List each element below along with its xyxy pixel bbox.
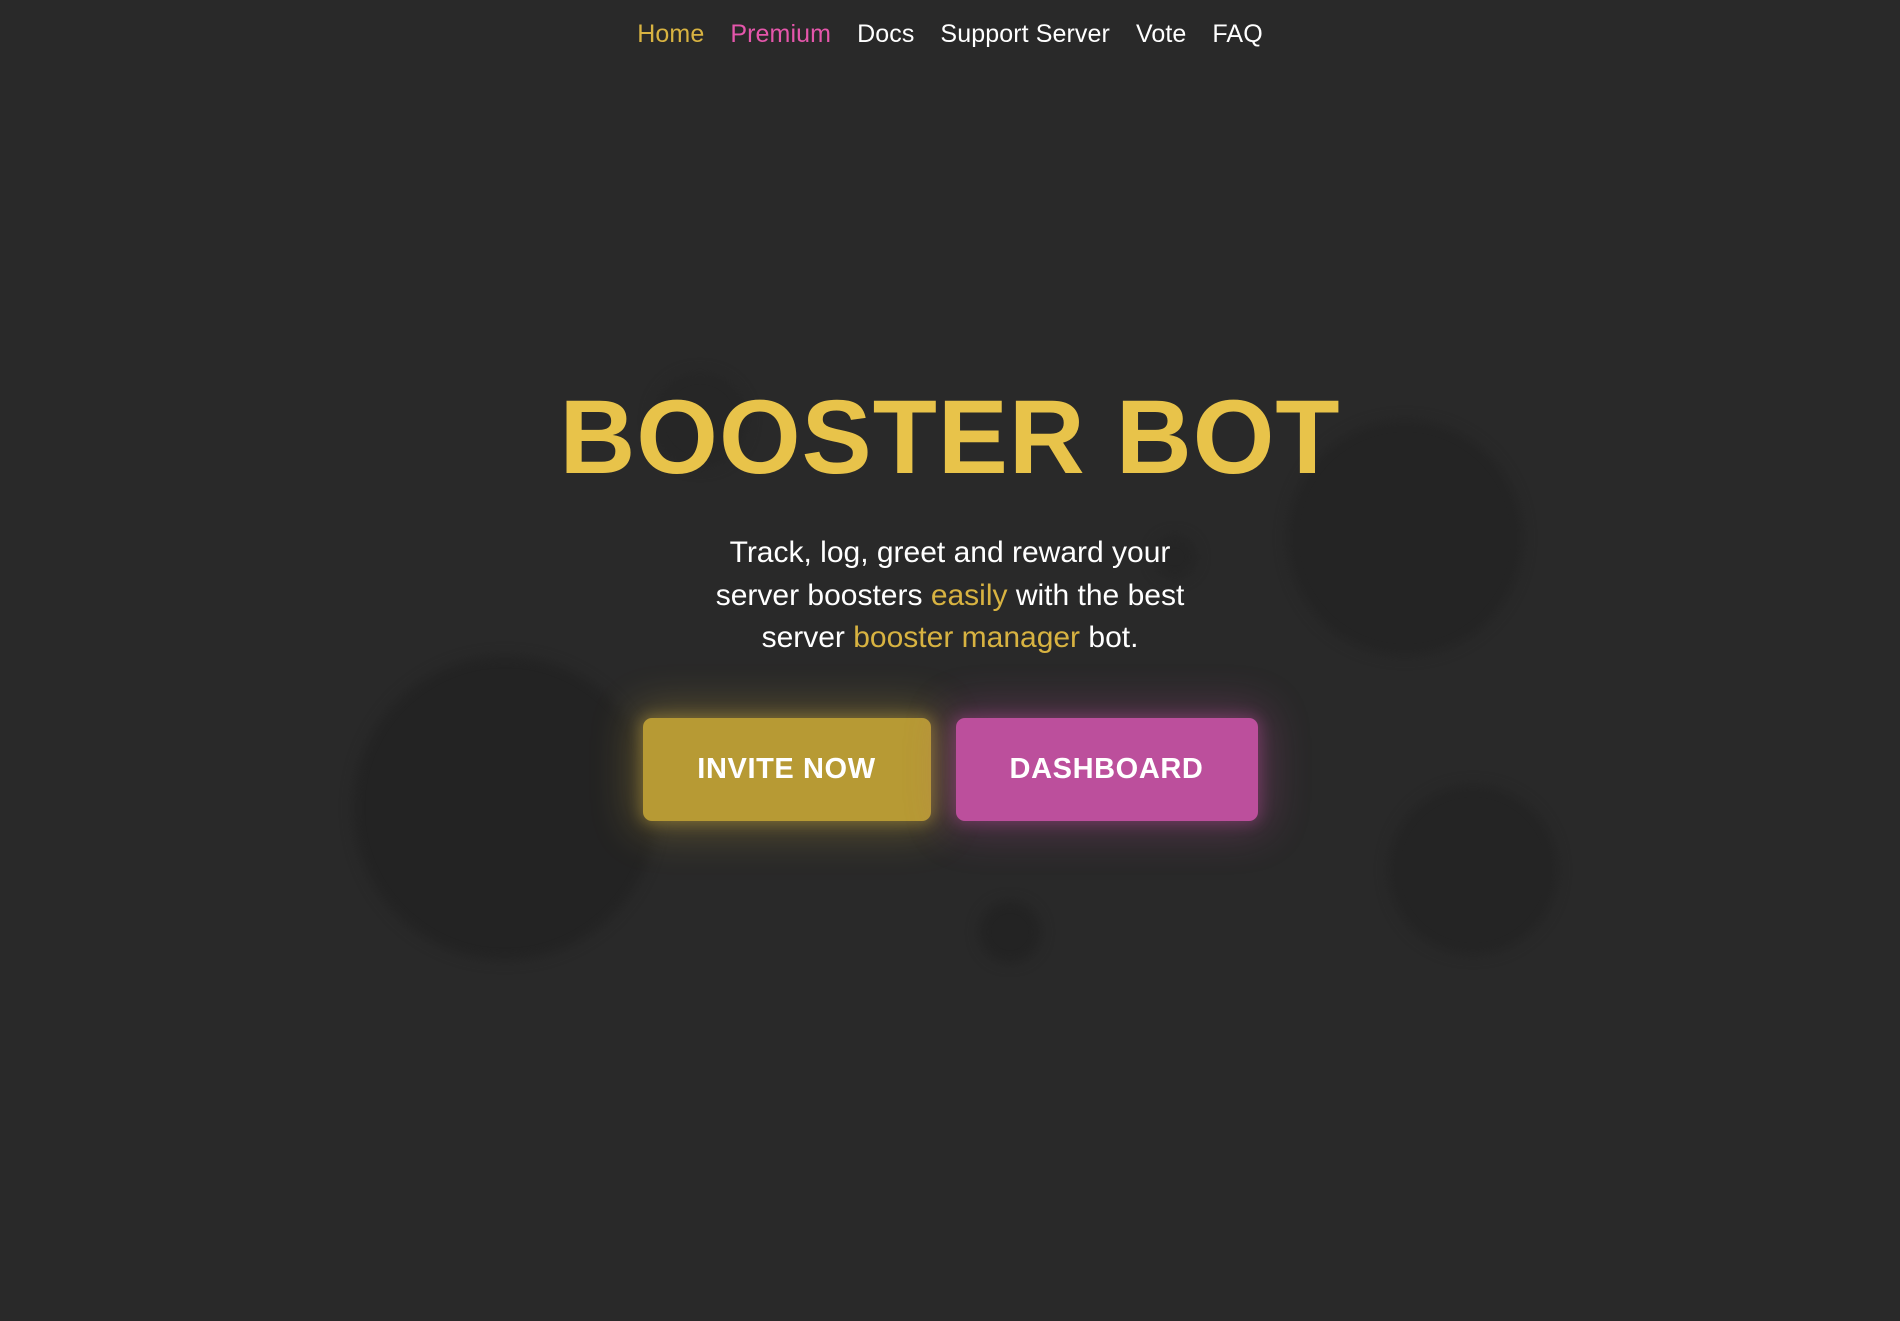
hero-subtitle-line3-b: bot. [1080, 621, 1139, 655]
nav-link-vote[interactable]: Vote [1136, 21, 1186, 47]
nav-link-support-server[interactable]: Support Server [940, 21, 1110, 47]
hero-subtitle-highlight-booster-manager: booster manager [853, 621, 1081, 655]
hero-subtitle-highlight-easily: easily [930, 578, 1008, 612]
hero-subtitle-line2-a: server boosters [715, 578, 931, 612]
hero-subtitle-line2-b: with the best [1007, 578, 1185, 612]
page-title: BOOSTER BOT [559, 379, 1341, 496]
hero-subtitle-line3-a: server [761, 621, 854, 655]
hero-section: BOOSTER BOT Track, log, greet and reward… [0, 0, 1900, 1321]
nav-link-faq[interactable]: FAQ [1212, 21, 1262, 47]
hero-action-buttons: INVITE NOW DASHBOARD [642, 717, 1258, 821]
main-navigation: Home Premium Docs Support Server Vote FA… [0, 0, 1900, 68]
nav-link-home[interactable]: Home [637, 21, 704, 47]
nav-link-docs[interactable]: Docs [857, 21, 914, 47]
nav-link-premium[interactable]: Premium [730, 21, 831, 47]
dashboard-button[interactable]: DASHBOARD [955, 717, 1258, 821]
invite-now-button[interactable]: INVITE NOW [642, 717, 931, 821]
hero-subtitle-line1: Track, log, greet and reward your [729, 536, 1171, 569]
hero-subtitle: Track, log, greet and reward your server… [716, 532, 1185, 660]
